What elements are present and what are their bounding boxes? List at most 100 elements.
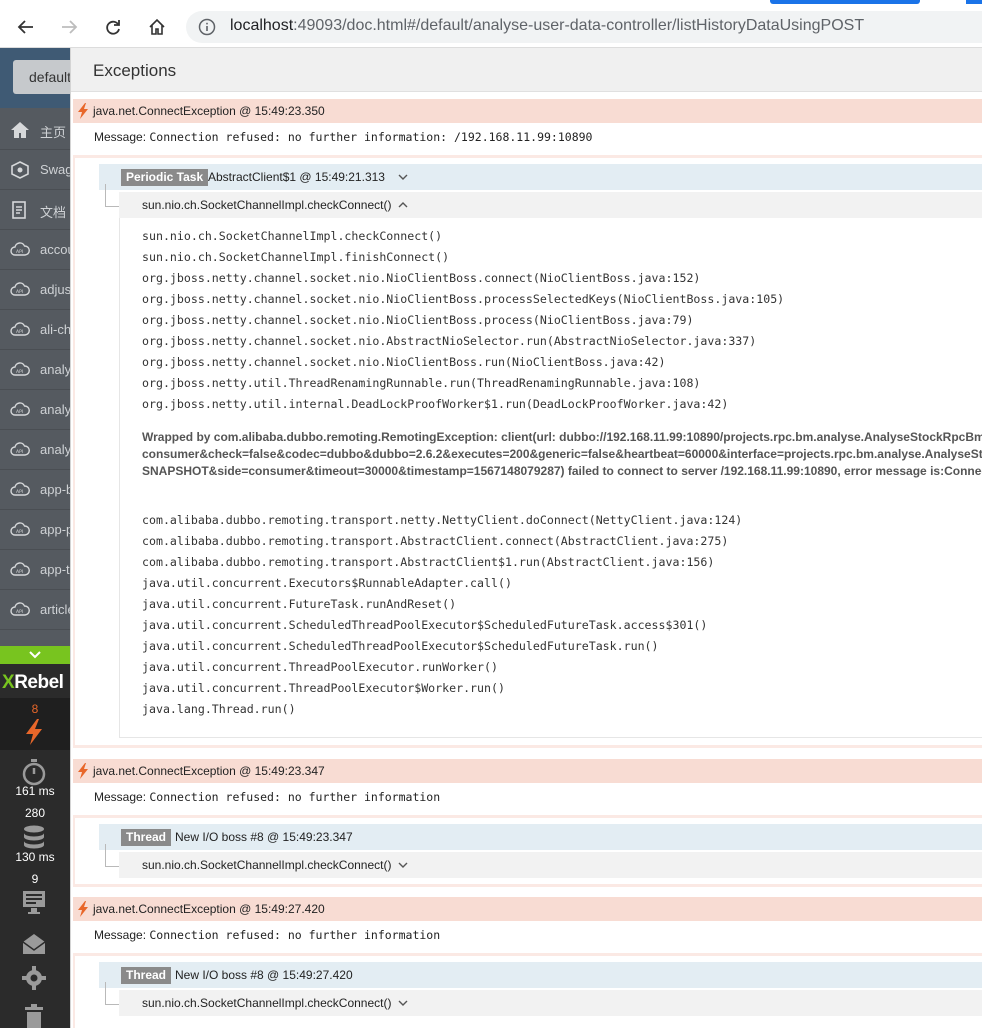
sidebar-item[interactable]: Swag — [0, 150, 70, 190]
lightning-icon — [78, 763, 88, 779]
forward-button[interactable] — [54, 12, 84, 42]
stack-frame-line: com.alibaba.dubbo.remoting.transport.Abs… — [142, 534, 729, 548]
message-text: Connection refused: no further informati… — [149, 928, 441, 942]
stack-frame-line: org.jboss.netty.channel.socket.nio.NioCl… — [142, 313, 694, 327]
sidebar-item-label: accou — [40, 242, 70, 257]
stack-frame-line: org.jboss.netty.util.ThreadRenamingRunna… — [142, 376, 701, 390]
chevron-down-icon[interactable] — [397, 171, 409, 183]
database-icon[interactable] — [20, 824, 48, 852]
frame-name: sun.nio.ch.SocketChannelImpl.checkConnec… — [142, 198, 392, 212]
sidebar-item[interactable]: API app-t — [0, 550, 70, 590]
mail-icon[interactable] — [20, 930, 48, 958]
sidebar-item[interactable]: API app-b — [0, 470, 70, 510]
address-bar[interactable]: localhost:49093/doc.html#/default/analys… — [186, 11, 982, 43]
db-count: 280 — [24, 806, 46, 820]
sidebar-item[interactable]: API analy — [0, 390, 70, 430]
panel-header: Exceptions — [71, 48, 982, 92]
sidebar-item[interactable]: API analy — [0, 430, 70, 470]
time-label: 161 ms — [15, 784, 55, 798]
stack-frame-line: java.util.concurrent.Executors$RunnableA… — [142, 576, 512, 590]
trash-icon[interactable] — [20, 1002, 48, 1028]
sidebar-item-label: app-t — [40, 562, 70, 577]
stopwatch-icon[interactable] — [20, 758, 48, 786]
info-icon[interactable] — [198, 18, 216, 36]
home-button[interactable] — [142, 12, 172, 42]
sidebar-item[interactable]: API article — [0, 590, 70, 630]
chevron-down-icon[interactable] — [397, 997, 409, 1009]
tree-connector — [105, 184, 119, 207]
chevron-up-icon[interactable] — [397, 199, 409, 211]
url-text: localhost:49093/doc.html#/default/analys… — [230, 17, 864, 35]
group-select[interactable]: default — [13, 60, 70, 94]
stack-frame-line: org.jboss.netty.channel.socket.nio.NioCl… — [142, 355, 666, 369]
exception-title: java.net.ConnectException @ 15:49:23.347 — [93, 764, 325, 778]
xrebel-exceptions-button[interactable]: 8 — [0, 698, 70, 750]
monitor-icon[interactable] — [20, 888, 48, 916]
home-icon — [10, 121, 30, 139]
api-icon: API — [10, 241, 30, 259]
frame-name: sun.nio.ch.SocketChannelImpl.checkConnec… — [142, 858, 392, 872]
sidebar-item[interactable]: API accou — [0, 230, 70, 270]
lightning-icon — [26, 719, 42, 745]
xrebel-toolbar: XRebel 8 161 ms 280 130 ms 9 — [0, 646, 70, 1028]
api-icon: API — [10, 321, 30, 339]
thread-badge: Periodic Task — [121, 169, 209, 186]
xrebel-logo: XRebel — [2, 672, 64, 693]
exceptions-count: 8 — [31, 702, 39, 716]
exception-header[interactable]: java.net.ConnectException @ 15:49:23.350 — [73, 99, 982, 123]
arrow-right-icon — [62, 20, 78, 34]
thread-row[interactable]: Thread New I/O boss #8 @ 15:49:23.347 — [99, 824, 982, 850]
stack-frame-line: sun.nio.ch.SocketChannelImpl.finishConne… — [142, 250, 450, 264]
stack-frame-line: com.alibaba.dubbo.remoting.transport.Abs… — [142, 555, 715, 569]
sidebar-item[interactable]: API app-p — [0, 510, 70, 550]
frame-row[interactable]: sun.nio.ch.SocketChannelImpl.checkConnec… — [119, 990, 982, 1016]
exception-title: java.net.ConnectException @ 15:49:27.420 — [93, 902, 325, 916]
stack-frame-line: org.jboss.netty.channel.socket.nio.Abstr… — [142, 334, 757, 348]
wrapped-exception-text: Wrapped by com.alibaba.dubbo.remoting.Re… — [142, 430, 982, 444]
stack-frame-line: com.alibaba.dubbo.remoting.transport.net… — [142, 513, 743, 527]
thread-name: New I/O boss #8 @ 15:49:27.420 — [175, 968, 353, 982]
browser-toolbar: localhost:49093/doc.html#/default/analys… — [0, 6, 982, 48]
wrapped-exception-text: consumer&check=false&codec=dubbo&dubbo=2… — [142, 447, 982, 461]
message-label: Message: — [94, 928, 150, 942]
exception-header[interactable]: java.net.ConnectException @ 15:49:27.420 — [73, 897, 982, 921]
stack-frame-line: java.util.concurrent.ScheduledThreadPool… — [142, 639, 659, 653]
sidebar-item-label: 文档 — [40, 205, 67, 220]
gear-icon[interactable] — [20, 964, 48, 992]
sidebar-item[interactable]: 主页 — [0, 110, 70, 150]
wrapped-exception-text: SNAPSHOT&side=consumer&timeout=30000&tim… — [142, 464, 982, 478]
sidebar-item[interactable]: 文档 — [0, 190, 70, 230]
api-icon: API — [10, 441, 30, 459]
swagger-icon — [10, 161, 30, 179]
sidebar-item[interactable]: API analy — [0, 350, 70, 390]
message-label: Message: — [94, 130, 150, 144]
stack-frame-line: java.util.concurrent.ThreadPoolExecutor$… — [142, 681, 505, 695]
exception-message: Message: Connection refused: no further … — [73, 783, 982, 811]
svg-text:API: API — [16, 329, 23, 335]
stack-frame-line: java.util.concurrent.ThreadPoolExecutor.… — [142, 660, 498, 674]
stack-frame-line: org.jboss.netty.channel.socket.nio.NioCl… — [142, 271, 701, 285]
svg-text:API: API — [16, 529, 23, 535]
api-icon: API — [10, 521, 30, 539]
frame-row[interactable]: sun.nio.ch.SocketChannelImpl.checkConnec… — [119, 852, 982, 878]
chevron-down-icon[interactable] — [397, 859, 409, 871]
exception-header[interactable]: java.net.ConnectException @ 15:49:23.347 — [73, 759, 982, 783]
api-icon: API — [10, 601, 30, 619]
thread-row[interactable]: Periodic Task AbstractClient$1 @ 15:49:2… — [99, 164, 982, 190]
exception-detail: Thread New I/O boss #8 @ 15:49:27.420 su… — [75, 956, 982, 1028]
sidebar-item[interactable]: API adjus — [0, 270, 70, 310]
xrebel-collapse-button[interactable] — [0, 646, 70, 664]
screen: localhost:49093/doc.html#/default/analys… — [0, 0, 982, 1028]
api-icon: API — [10, 401, 30, 419]
sidebar-item-label: analy — [40, 402, 70, 417]
exceptions-panel: Exceptions java.net.ConnectException @ 1… — [70, 48, 982, 1028]
frame-row[interactable]: sun.nio.ch.SocketChannelImpl.checkConnec… — [119, 192, 982, 218]
document-icon — [10, 201, 30, 219]
exception-title: java.net.ConnectException @ 15:49:23.350 — [93, 104, 325, 118]
reload-button[interactable] — [98, 12, 128, 42]
sidebar-item-label: article — [40, 602, 70, 617]
thread-name: New I/O boss #8 @ 15:49:23.347 — [175, 830, 353, 844]
sidebar-item[interactable]: API ali-ch — [0, 310, 70, 350]
thread-row[interactable]: Thread New I/O boss #8 @ 15:49:27.420 — [99, 962, 982, 988]
back-button[interactable] — [11, 12, 41, 42]
